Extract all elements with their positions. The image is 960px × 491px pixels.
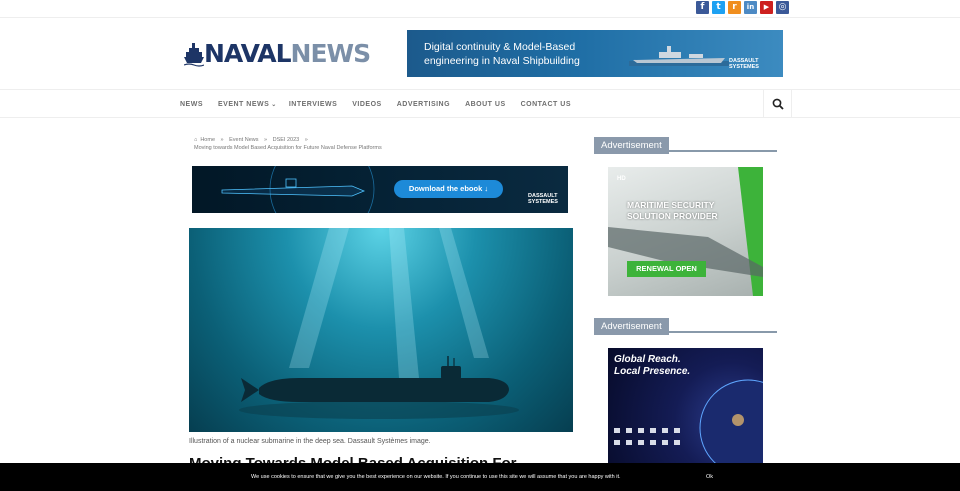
- home-icon: ⌂: [194, 137, 198, 143]
- cookie-ok-button[interactable]: Ok: [706, 474, 713, 480]
- ad-label-text: Advertisement: [594, 318, 669, 335]
- ad1-title-line1: MARITIME SECURITY: [627, 200, 715, 210]
- top-bar: f t r in ▶ ◎: [0, 0, 960, 18]
- nav-advertising[interactable]: ADVERTISING: [397, 101, 450, 108]
- breadcrumb: ⌂ Home » Event News » DSEI 2023 » Moving …: [194, 136, 382, 152]
- ad-label-text: Advertisement: [594, 137, 669, 154]
- youtube-icon[interactable]: ▶: [760, 1, 773, 14]
- top-banner-line2: engineering in Naval Shipbuilding: [424, 55, 580, 67]
- nav-interviews[interactable]: INTERVIEWS: [289, 101, 337, 108]
- ad2-title-line2: Local Presence.: [614, 366, 691, 377]
- linkedin-icon[interactable]: in: [744, 1, 757, 14]
- nav-contact-us[interactable]: CONTACT US: [521, 101, 571, 108]
- nav-event-news-label: EVENT NEWS: [218, 100, 270, 108]
- dassault-brand-line2: SYSTEMES: [729, 64, 759, 70]
- ad2-title-line1: Global Reach.: [614, 354, 681, 365]
- nav-news[interactable]: NEWS: [180, 101, 203, 108]
- ad2-title: Global Reach. Local Presence.: [614, 354, 690, 378]
- instagram-icon[interactable]: ◎: [776, 1, 789, 14]
- sidebar-ad-maritime-security[interactable]: HD MARITIME SECURITY SOLUTION PROVIDER R…: [608, 167, 763, 296]
- submarine-illustration: [239, 228, 519, 419]
- nav-event-news[interactable]: EVENT NEWS ⌄: [218, 101, 277, 108]
- rss-icon[interactable]: r: [728, 1, 741, 14]
- submarine-wireframe: [221, 166, 375, 213]
- breadcrumb-separator: »: [220, 137, 224, 143]
- top-ad-banner[interactable]: Digital continuity & Model-Based enginee…: [407, 30, 783, 77]
- search-button[interactable]: [763, 90, 792, 118]
- social-links: f t r in ▶ ◎: [696, 1, 789, 14]
- ad1-title-line2: SOLUTION PROVIDER: [627, 211, 718, 221]
- chevron-down-icon: ⌄: [271, 101, 277, 108]
- breadcrumb-dsei[interactable]: DSEI 2023: [273, 137, 300, 143]
- facebook-icon[interactable]: f: [696, 1, 709, 14]
- site-logo[interactable]: NAVAL NEWS: [184, 39, 372, 68]
- breadcrumb-event-news[interactable]: Event News: [229, 137, 258, 143]
- main-nav: NEWS EVENT NEWS ⌄ INTERVIEWS VIDEOS ADVER…: [0, 89, 960, 118]
- top-banner-line1: Digital continuity & Model-Based: [424, 41, 576, 53]
- search-icon: [772, 98, 784, 110]
- logo-naval-text: NAVAL: [204, 39, 292, 68]
- nav-about-us[interactable]: ABOUT US: [465, 101, 506, 108]
- ship-illustration: [629, 46, 729, 66]
- cookie-notice: We use cookies to ensure that we give yo…: [0, 463, 960, 491]
- nav-videos[interactable]: VIDEOS: [352, 101, 381, 108]
- breadcrumb-separator: »: [264, 137, 268, 143]
- logo-news-text: NEWS: [290, 39, 372, 68]
- download-ebook-button[interactable]: Download the ebook ↓: [394, 180, 503, 198]
- renewal-open-button[interactable]: RENEWAL OPEN: [627, 261, 706, 277]
- dassault-logo: DASSAULT SYSTEMES: [528, 193, 558, 205]
- ad1-title: MARITIME SECURITY SOLUTION PROVIDER: [627, 200, 718, 222]
- twitter-icon[interactable]: t: [712, 1, 725, 14]
- sidebar-ad-label: Advertisement: [594, 135, 777, 154]
- top-banner-text: Digital continuity & Model-Based enginee…: [424, 40, 580, 68]
- breadcrumb-home[interactable]: Home: [200, 137, 215, 143]
- image-caption: Illustration of a nuclear submarine in t…: [189, 438, 431, 445]
- sidebar-ad-global-reach[interactable]: Global Reach. Local Presence.: [608, 348, 763, 468]
- cookie-message: We use cookies to ensure that we give yo…: [251, 474, 621, 480]
- dassault-logo: DASSAULT SYSTEMES: [729, 58, 759, 70]
- breadcrumb-current: Moving towards Model Based Acquisition f…: [194, 145, 382, 151]
- sidebar-ad-label: Advertisement: [594, 316, 777, 335]
- warship-logo-icon: [184, 43, 204, 67]
- ebook-ad-banner[interactable]: Download the ebook ↓ DASSAULT SYSTEMES: [192, 166, 568, 213]
- breadcrumb-separator: »: [304, 137, 308, 143]
- article-hero-image: [189, 228, 573, 432]
- dassault-brand-line2: SYSTEMES: [528, 199, 558, 205]
